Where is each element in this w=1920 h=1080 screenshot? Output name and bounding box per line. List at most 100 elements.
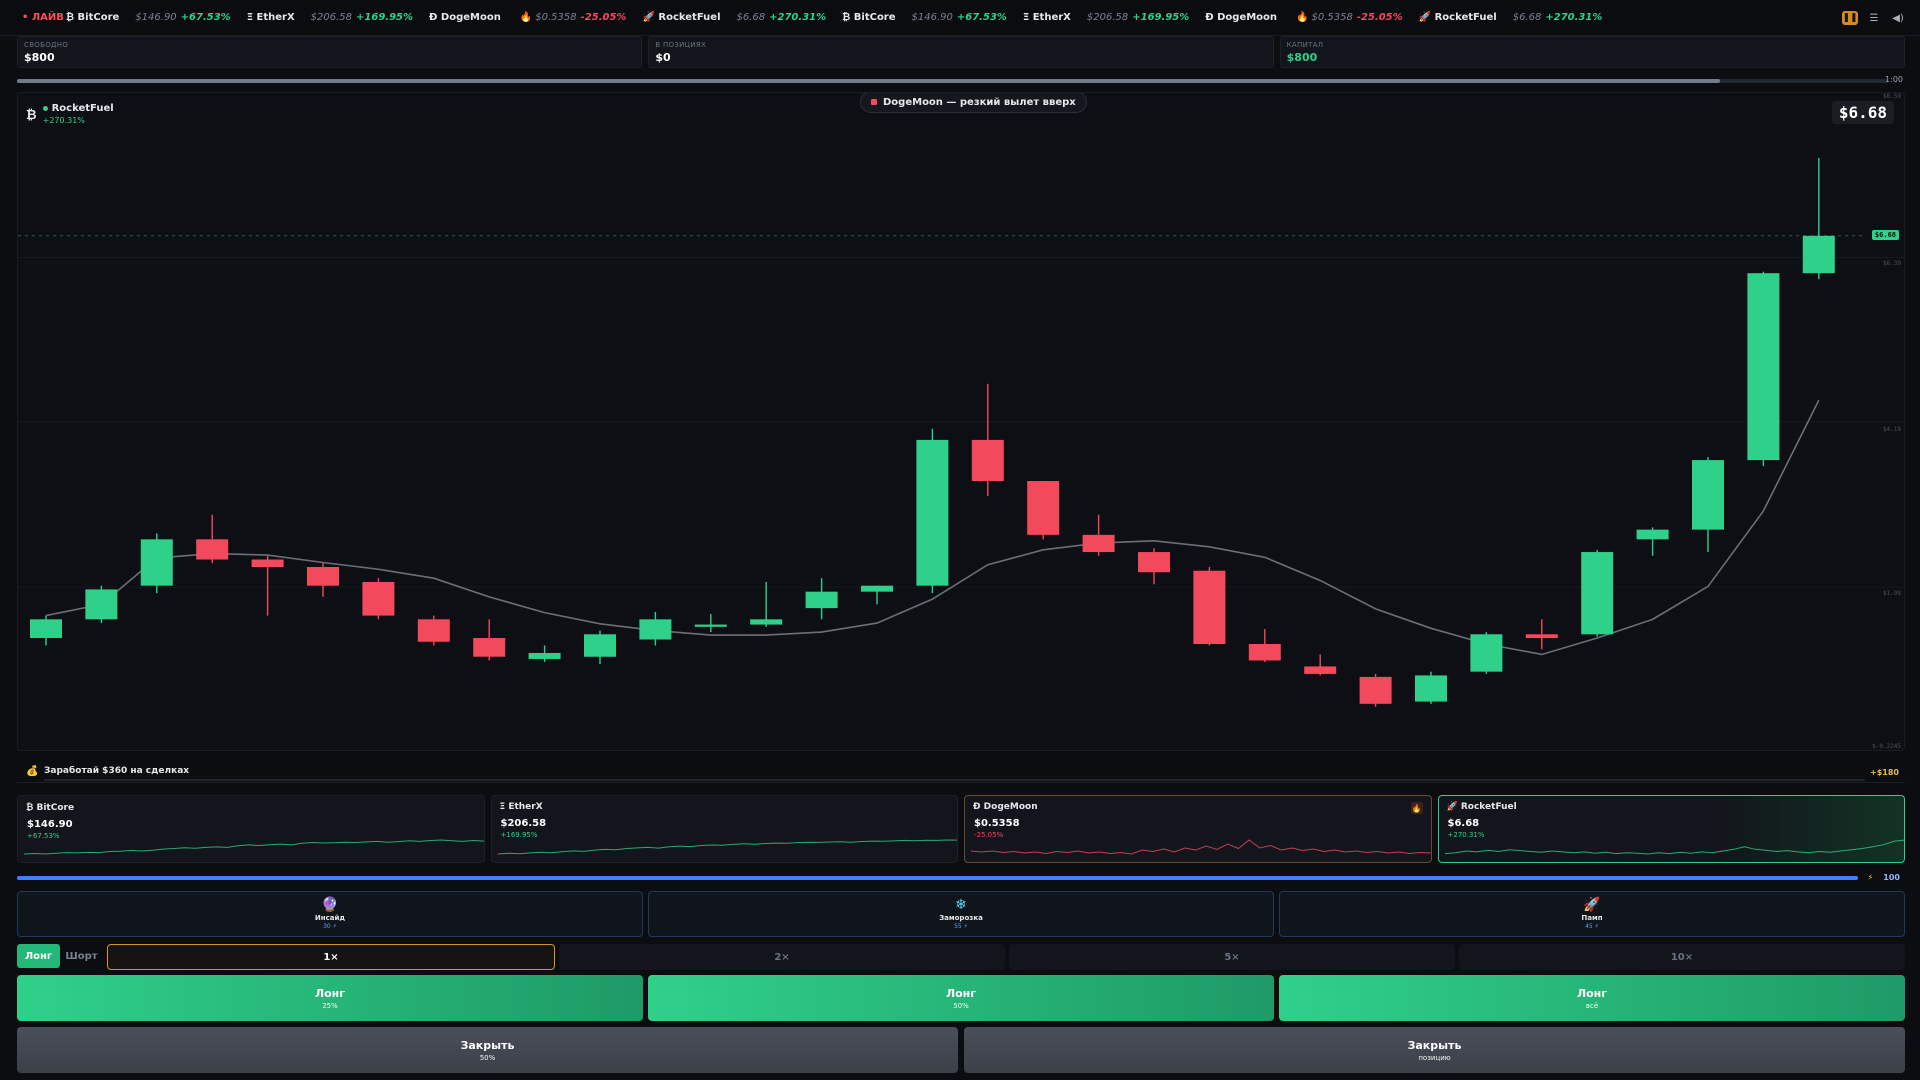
asset-card-name: Ξ EtherX xyxy=(499,802,543,812)
long-all-button[interactable]: Лонг всё xyxy=(1279,975,1905,1021)
candle-body xyxy=(1636,529,1669,540)
ticker-change: -25.05% xyxy=(1356,12,1403,23)
chart-asset-name: RocketFuel xyxy=(42,103,114,114)
candle-body xyxy=(1525,634,1558,639)
leverage-row: Лонг Шорт 1× 2× 5× 10× xyxy=(17,944,1905,970)
balance-value: $800 xyxy=(1286,51,1318,64)
ticker-change: +169.95% xyxy=(356,12,414,23)
leverage-10x-button[interactable]: 10× xyxy=(1459,944,1905,970)
close-sub: позицию xyxy=(1418,1053,1451,1062)
candle-body xyxy=(971,439,1004,482)
candle-body xyxy=(1802,235,1835,274)
y-axis-label: $-0.2245 xyxy=(1872,743,1901,750)
power-cost: 30 ⚡ xyxy=(323,923,337,930)
long-side-button[interactable]: Лонг xyxy=(17,944,60,968)
candle-body xyxy=(1138,552,1170,573)
candle-body xyxy=(916,439,949,586)
candle-body xyxy=(1082,534,1115,553)
asset-card-price: $0.5358 xyxy=(974,818,1020,829)
ticker-price: $206.58 xyxy=(310,12,353,23)
candle-body xyxy=(639,619,672,640)
candle-body xyxy=(1359,676,1392,704)
market-event-pill: DogeMoon — резкий вылет вверх xyxy=(860,93,1087,113)
candle-body xyxy=(196,539,229,560)
price-tag: $6.68 xyxy=(1871,230,1899,240)
mission-text: Заработай $360 на сделках xyxy=(44,766,190,776)
power-cost: 45 ⚡ xyxy=(1585,923,1599,930)
candle-body xyxy=(307,566,339,586)
asset-card-rocketfuel[interactable]: 🚀 RocketFuel $6.68 +270.31% xyxy=(1437,795,1905,863)
ticker-name: Ξ EtherX xyxy=(246,12,295,23)
candle-body xyxy=(1415,675,1447,702)
chart-asset-header: ₿ RocketFuel +270.31% xyxy=(26,103,114,125)
asset-card-name: Ð DogeMoon xyxy=(973,802,1038,812)
ticker-price: $6.68 xyxy=(736,12,766,23)
long-25-button[interactable]: Лонг 25% xyxy=(17,975,643,1021)
sound-icon[interactable]: ◀) xyxy=(1890,11,1906,25)
candle-body xyxy=(1027,481,1060,535)
price-chart[interactable]: ₿ RocketFuel +270.31% DogeMoon — резкий … xyxy=(17,92,1905,751)
ticker-price: $206.58 xyxy=(1086,12,1129,23)
power-name: Памп xyxy=(1581,914,1603,922)
power-insider-button[interactable]: 🔮 Инсайд 30 ⚡ xyxy=(17,891,643,937)
close-position-row: Закрыть 50% Закрыть позицию xyxy=(17,1027,1905,1073)
close-50-button[interactable]: Закрыть 50% xyxy=(17,1027,958,1073)
candle-body xyxy=(750,619,783,625)
mission-bar: 💰 Заработай $360 на сделках +$180 xyxy=(17,761,1905,783)
ticker-change: +169.95% xyxy=(1132,12,1190,23)
mission-progress xyxy=(44,779,1865,781)
ticker-price: $6.68 xyxy=(1512,12,1542,23)
fire-icon: 🔥 xyxy=(519,12,533,23)
open-position-row: Лонг 25% Лонг 50% Лонг всё xyxy=(17,975,1905,1021)
power-name: Инсайд xyxy=(314,914,346,922)
long-50-button[interactable]: Лонг 50% xyxy=(648,975,1274,1021)
rocket-icon: 🚀 xyxy=(1583,897,1601,913)
candle-body xyxy=(1581,552,1614,635)
balance-value: $0 xyxy=(655,51,671,64)
sparkline-path xyxy=(24,839,484,855)
asset-card-name: ₿ BitCore xyxy=(26,803,75,813)
balance-value: $800 xyxy=(24,51,55,64)
candle-body xyxy=(861,585,893,592)
asset-card-price: $206.58 xyxy=(500,818,547,829)
ticker-track: • ЛАЙВ ₿ BitCore $146.90 +67.53% Ξ EtherX $2… xyxy=(0,12,1618,23)
ticker-price: $0.5358 xyxy=(1311,12,1353,23)
sparkline xyxy=(497,839,958,855)
close-all-button[interactable]: Закрыть позицию xyxy=(964,1027,1905,1073)
menu-icon[interactable]: ☰ xyxy=(1866,11,1882,25)
candle-body xyxy=(1692,460,1724,530)
asset-card-bitcore[interactable]: ₿ BitCore $146.90 +67.53% xyxy=(17,795,485,863)
asset-card-etherx[interactable]: Ξ EtherX $206.58 +169.95% xyxy=(490,795,958,863)
ticker-item: 🚀 RocketFuel $6.68 +270.31% xyxy=(642,12,826,23)
leverage-5x-button[interactable]: 5× xyxy=(1009,944,1455,970)
asset-card-dogemoon[interactable]: Ð DogeMoon $0.5358 -25.05% 🔥 xyxy=(964,795,1432,863)
ticker-price: $146.90 xyxy=(135,12,177,23)
candle-body xyxy=(362,581,395,616)
candle-body xyxy=(1193,570,1226,645)
fire-icon: 🔥 xyxy=(1410,802,1423,814)
balance-label: В позициях xyxy=(655,41,707,49)
ticker-item: 🚀 RocketFuel $6.68 +270.31% xyxy=(1419,12,1603,23)
live-label: • ЛАЙВ xyxy=(22,12,64,23)
candle-body xyxy=(85,589,118,620)
pause-icon[interactable]: ❚❚ xyxy=(1842,11,1858,25)
fire-icon: 🔥 xyxy=(1296,12,1309,23)
leverage-1x-button[interactable]: 1× xyxy=(107,944,555,970)
close-sub: 50% xyxy=(479,1053,496,1062)
power-ups: 🔮 Инсайд 30 ⚡ ❄ Заморозка 55 ⚡ 🚀 Памп 45… xyxy=(17,891,1905,937)
short-side-button[interactable]: Шорт xyxy=(60,944,103,968)
energy-label: ⚡ 100 xyxy=(1868,873,1900,882)
ticker-item: ₿ BitCore $146.90 +67.53% xyxy=(66,12,231,23)
market-event-text: DogeMoon — резкий вылет вверх xyxy=(883,96,1076,108)
ticker-name: ₿ BitCore xyxy=(842,12,896,23)
candle-body xyxy=(528,652,561,659)
side-toggle: Лонг Шорт xyxy=(17,944,103,968)
power-pump-button[interactable]: 🚀 Памп 45 ⚡ xyxy=(1279,891,1905,937)
ticker-price: $146.90 xyxy=(911,12,953,23)
power-freeze-button[interactable]: ❄ Заморозка 55 ⚡ xyxy=(648,891,1274,937)
leverage-2x-button[interactable]: 2× xyxy=(559,944,1005,970)
round-timer-label: 1:00 xyxy=(1885,75,1903,84)
balance-in-positions: В позициях $0 xyxy=(648,36,1274,68)
y-axis-label: $4.19 xyxy=(1882,426,1901,433)
ticker-item: Ξ EtherX $206.58 +169.95% xyxy=(247,12,413,23)
